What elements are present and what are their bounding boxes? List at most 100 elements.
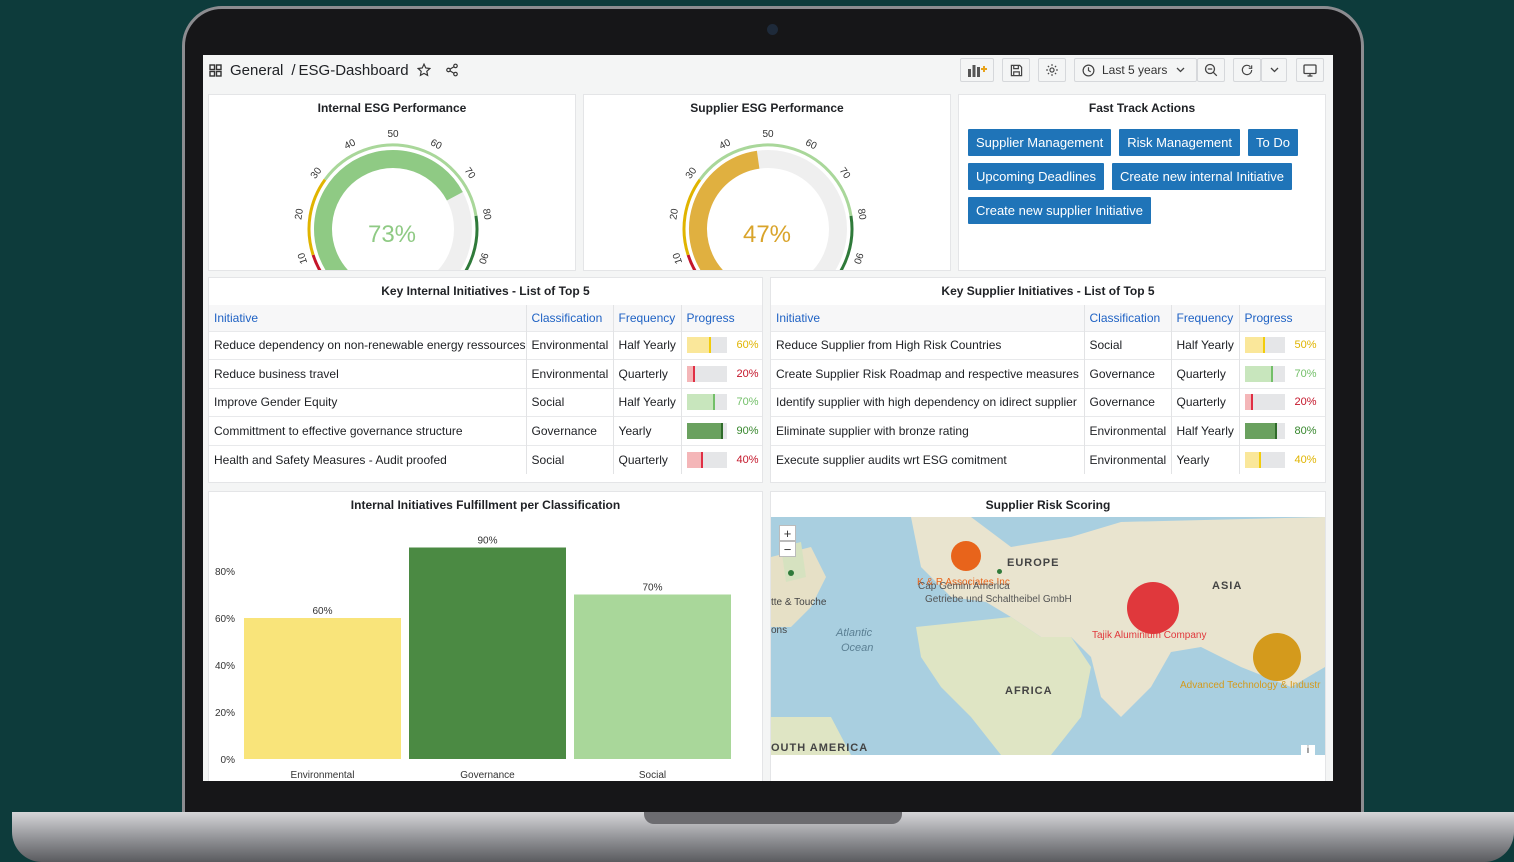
star-icon[interactable] [416,63,431,77]
zoom-in-button[interactable]: + [779,525,796,541]
progress-value: 40% [736,453,759,466]
refresh-button[interactable] [1233,58,1261,82]
bar-social[interactable] [574,594,731,760]
cell-initiative: Reduce Supplier from High Risk Countries [771,330,1085,360]
table-header-row: Initiative Classification Frequency Prog… [209,305,762,331]
panel-title: Key Supplier Initiatives - List of Top 5 [941,284,1155,298]
create-internal-initiative-button[interactable]: Create new internal Initiative [1111,163,1292,190]
to-do-button[interactable]: To Do [1247,129,1298,156]
table-row[interactable]: Identify supplier with high dependency o… [771,387,1325,417]
gauge-tick-label: 80 [855,208,868,221]
risk-marker[interactable] [951,541,981,571]
table-row[interactable]: Eliminate supplier with bronze rating Env… [771,416,1326,445]
small-marker[interactable] [788,570,794,576]
risk-marker[interactable] [1253,633,1301,681]
column-header-initiative[interactable]: Initiative [209,305,527,331]
risk-management-button[interactable]: Risk Management [1119,129,1240,156]
tv-icon [1303,63,1317,77]
clock-icon [1082,64,1095,77]
column-header-frequency[interactable]: Frequency [1171,305,1240,331]
table-row[interactable]: Execute supplier audits wrt ESG comitmen… [771,444,1325,474]
table-row[interactable]: Reduce business travel Environmental Quart… [209,359,762,388]
panel-title: Fast Track Actions [1088,101,1196,115]
table-row[interactable]: Improve Gender Equity Social Half Yearly 70… [209,387,762,417]
create-supplier-initiative-button[interactable]: Create new supplier Initiative [968,197,1151,224]
cell-progress: 20% [681,359,762,388]
share-icon[interactable] [445,63,459,77]
upcoming-deadlines-button[interactable]: Upcoming Deadlines [968,163,1104,190]
zoom-out-button[interactable] [1197,58,1225,82]
internal-initiatives-panel: Key Internal Initiatives - List of Top 5… [208,277,763,483]
table-row[interactable]: Create Supplier Risk Roadmap and respect… [771,359,1325,388]
cell-progress: 80% [1239,416,1326,445]
progress-bar [1244,337,1285,354]
gauge-value-arc [689,150,760,270]
gauge-tick-label: 60 [428,137,443,152]
gauge-tick-label: 50 [762,129,774,140]
breadcrumb-separator: / [291,61,296,79]
cell-initiative: Create Supplier Risk Roadmap and respect… [771,359,1085,388]
bar-environmental[interactable] [244,618,401,759]
progress-bar [686,422,727,439]
grid-icon[interactable] [209,63,222,77]
map-info-button[interactable]: i [1301,745,1315,755]
bar-governance[interactable] [409,547,566,760]
progress-bar [1244,365,1285,382]
column-header-progress[interactable]: Progress [681,305,762,331]
cell-progress: 70% [1239,359,1325,388]
progress-value: 70% [1294,367,1317,380]
add-panel-icon [967,63,987,77]
gauge-tick-label: 70 [837,166,853,182]
settings-button[interactable] [1038,58,1066,82]
cell-classification: Social [526,444,614,474]
supplier-management-button[interactable]: Supplier Management [968,129,1112,156]
cell-progress: 90% [681,416,762,445]
x-tick-label: Social [639,770,666,781]
column-header-initiative[interactable]: Initiative [771,305,1085,331]
refresh-interval-dropdown[interactable] [1261,58,1287,82]
time-range-picker[interactable]: Last 5 years [1074,58,1197,82]
fulfillment-chart-panel: Internal Initiatives Fulfillment per Cla… [208,491,763,781]
progress-cell: 20% [686,365,762,382]
progress-value: 20% [736,367,759,380]
cell-frequency: Quarterly [1171,387,1240,417]
progress-cell: 80% [1244,422,1326,439]
refresh-icon [1240,63,1254,77]
progress-bar [686,337,727,354]
table-row[interactable]: Reduce Supplier from High Risk Countries… [771,330,1325,360]
progress-cell: 40% [686,451,762,468]
column-header-classification[interactable]: Classification [526,305,614,331]
cell-classification: Governance [526,416,614,445]
save-button[interactable] [1002,58,1030,82]
top-bar: General / ESG-Dashboard Last 5 years [203,55,1333,85]
gauge-tick-label: 60 [803,137,818,152]
supplier-esg-panel: Supplier ESG Performance 010203040506070… [583,94,951,271]
cell-initiative: Reduce dependency on non-renewable energ… [209,330,527,360]
cell-progress: 50% [1239,330,1325,360]
fast-track-panel: Fast Track Actions Supplier Management R… [958,94,1326,271]
progress-fill [1244,422,1277,439]
table-row[interactable]: Health and Safety Measures - Audit proof… [209,444,762,474]
column-header-classification[interactable]: Classification [1084,305,1172,331]
progress-cell: 70% [686,394,762,411]
x-tick-label: Environmental [291,770,355,781]
small-marker[interactable] [997,569,1002,574]
table-row[interactable]: Committment to effective governance stru… [209,416,762,445]
table-row[interactable]: Reduce dependency on non-renewable energ… [209,330,762,360]
column-header-frequency[interactable]: Frequency [613,305,682,331]
column-header-progress[interactable]: Progress [1239,305,1325,331]
progress-bar [1244,451,1285,468]
add-panel-button[interactable] [960,58,994,82]
breadcrumb-folder[interactable]: General [230,62,283,79]
y-tick-label: 20% [215,708,235,719]
risk-marker[interactable] [1127,582,1179,634]
y-tick-label: 60% [215,614,235,625]
tv-mode-button[interactable] [1296,58,1324,82]
supplier-risk-map[interactable]: + − EUROPE ASIA AFRICA Atlantic Ocean OU… [771,517,1325,755]
zoom-out-button[interactable]: − [779,541,796,557]
laptop-notch [644,812,902,824]
progress-value: 40% [1294,453,1317,466]
breadcrumb-dashboard[interactable]: ESG-Dashboard [299,62,409,79]
progress-bar [686,394,727,411]
fulfillment-bar-chart: 0% 20% 40% 60% 80% 60% Environmental 90% Governa… [215,536,731,781]
